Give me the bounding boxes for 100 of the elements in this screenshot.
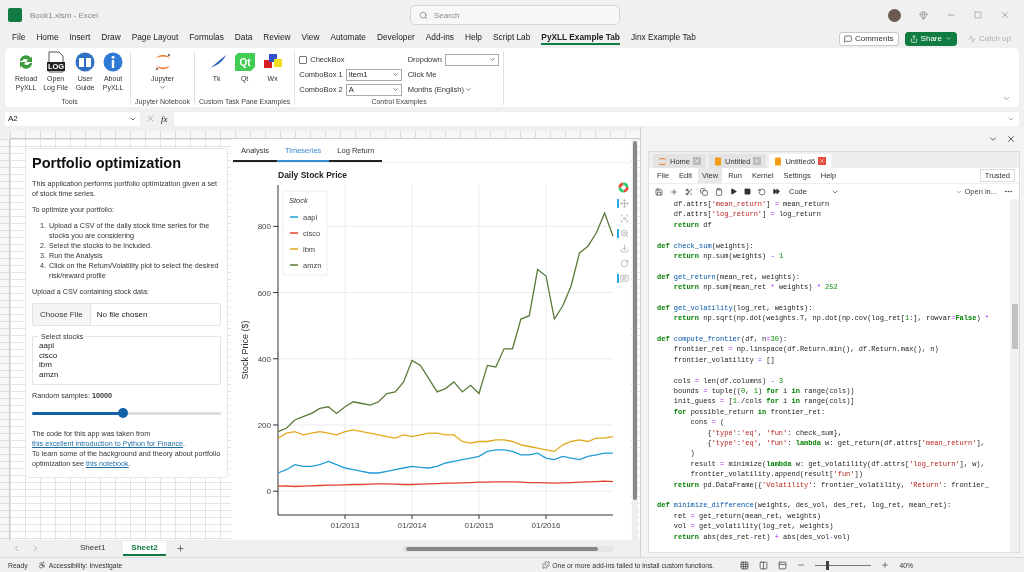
close-icon[interactable] — [1006, 134, 1016, 144]
qt-logo-icon: Qt — [234, 53, 255, 71]
formula-input[interactable] — [173, 111, 1019, 126]
excel-logo-icon — [8, 8, 22, 22]
search-field[interactable]: Search — [410, 5, 620, 25]
notebook-icon — [714, 156, 722, 166]
run-icon[interactable] — [730, 188, 737, 195]
insert-function-button[interactable]: fx — [161, 113, 168, 124]
caret-icon — [464, 86, 472, 93]
page-break-icon[interactable] — [778, 560, 788, 570]
sheet-tab[interactable]: Sheet2 — [123, 541, 166, 556]
caret-icon — [944, 35, 952, 42]
comments-button[interactable]: Comments — [838, 31, 899, 46]
book-icon — [75, 52, 96, 72]
colored-squares-icon — [262, 53, 283, 71]
y-axis-title: Stock Price ($) — [240, 320, 250, 380]
zoom-in-icon[interactable] — [881, 561, 890, 569]
color-wheel-icon[interactable] — [617, 182, 629, 193]
comment-icon — [843, 34, 852, 43]
caret-icon — [956, 188, 963, 195]
share-button[interactable]: Share — [904, 31, 957, 46]
y-tick-label: 200 — [257, 420, 271, 430]
cancel-icon[interactable] — [146, 114, 155, 123]
horizontal-scrollbar[interactable] — [402, 545, 614, 552]
chevron-right-icon[interactable] — [31, 544, 40, 553]
stock-option[interactable]: cisco — [39, 350, 214, 360]
x-tick-label: 01/2015 — [464, 521, 494, 530]
zoom-out-icon[interactable] — [797, 561, 806, 569]
ribbon-tab[interactable]: View — [301, 32, 320, 45]
ribbon-tab[interactable]: PyXLL Example Tab — [541, 32, 620, 45]
chevron-left-icon[interactable] — [12, 544, 21, 553]
notebook-icon — [774, 156, 783, 166]
fast-forward-icon[interactable] — [773, 188, 780, 195]
dropdown[interactable] — [444, 53, 499, 66]
avatar[interactable] — [888, 8, 901, 22]
add-icon[interactable] — [670, 187, 678, 196]
page-layout-icon[interactable] — [759, 560, 769, 570]
box-zoom-icon[interactable] — [617, 214, 629, 223]
more-icon[interactable] — [1004, 187, 1013, 196]
stock-option[interactable]: aapl — [39, 341, 214, 351]
stock-option[interactable]: ibm — [39, 360, 214, 370]
x-tick-label: 01/2013 — [330, 521, 360, 530]
sheet-tab[interactable]: Sheet1 — [72, 541, 114, 556]
x-tick-label: 01/2016 — [531, 521, 561, 530]
jupyter-logo-icon — [153, 52, 172, 72]
ribbon-tab[interactable]: Automate — [330, 32, 366, 45]
vertical-scrollbar[interactable] — [1010, 199, 1019, 552]
name-box[interactable]: A2 — [5, 111, 140, 126]
x-tick-label: 01/2014 — [397, 521, 427, 530]
ribbon-tab[interactable]: Draw — [101, 32, 121, 45]
reset-icon[interactable] — [617, 259, 629, 268]
slider-thumb[interactable] — [117, 408, 128, 418]
file-status: No file chosen — [96, 310, 148, 319]
ribbon-tab[interactable]: Data — [234, 32, 253, 45]
wheel-zoom-icon[interactable] — [617, 229, 629, 238]
pan-icon[interactable] — [617, 199, 629, 208]
pulse-icon — [967, 34, 976, 43]
ribbon-tab[interactable]: Developer — [376, 32, 415, 45]
window-title: Book1.xlsm - Excel — [30, 10, 99, 20]
jupyter-logo-icon — [658, 156, 667, 166]
ribbon-tab[interactable]: File — [12, 32, 26, 45]
ribbon-tab[interactable]: Help — [464, 32, 482, 45]
y-tick-label: 800 — [257, 222, 271, 232]
normal-view-icon[interactable] — [740, 560, 750, 570]
chevron-down-icon[interactable] — [988, 134, 998, 144]
copy-icon[interactable] — [700, 187, 708, 196]
checkbox[interactable] — [299, 55, 308, 64]
chevron-down-icon[interactable] — [1002, 94, 1011, 103]
close-icon[interactable] — [818, 157, 827, 165]
stop-icon[interactable] — [744, 188, 751, 195]
hover-icon[interactable] — [617, 274, 629, 283]
ribbon-tab[interactable]: Formulas — [189, 32, 224, 45]
ribbon-tab[interactable]: Home — [36, 32, 59, 45]
add-sheet-icon[interactable] — [175, 544, 185, 553]
app-title: Portfolio optimization — [32, 155, 182, 171]
vertical-scrollbar[interactable] — [632, 139, 638, 540]
cut-icon[interactable] — [685, 187, 693, 196]
choose-file-button[interactable]: Choose File — [33, 304, 91, 325]
ribbon-tab[interactable]: Review — [263, 32, 291, 45]
file-input[interactable]: Choose File No file chosen — [32, 303, 221, 326]
stock-option[interactable]: amzn — [39, 369, 214, 379]
gem-icon[interactable] — [919, 10, 928, 20]
paste-icon[interactable] — [715, 187, 723, 196]
ribbon-tab[interactable]: Insert — [69, 32, 91, 45]
zoom-thumb[interactable] — [825, 560, 829, 570]
ribbon-tab[interactable]: Script Lab — [493, 32, 531, 45]
restart-icon[interactable] — [758, 187, 766, 196]
share-icon — [909, 34, 918, 43]
accessibility-icon — [37, 561, 46, 569]
ribbon-tab[interactable]: Jinx Example Tab — [630, 32, 696, 45]
save-icon[interactable] — [655, 187, 663, 196]
ribbon-tab[interactable]: Page Layout — [131, 32, 179, 45]
puzzle-icon — [542, 561, 551, 569]
ribbon-tab[interactable]: Add-ins — [425, 32, 454, 45]
y-tick-label: 400 — [257, 354, 271, 364]
caret-icon — [488, 56, 496, 63]
search-icon — [419, 10, 428, 20]
info-icon — [103, 52, 124, 72]
y-tick-label: 0 — [266, 487, 271, 497]
y-tick-label: 600 — [257, 288, 271, 298]
